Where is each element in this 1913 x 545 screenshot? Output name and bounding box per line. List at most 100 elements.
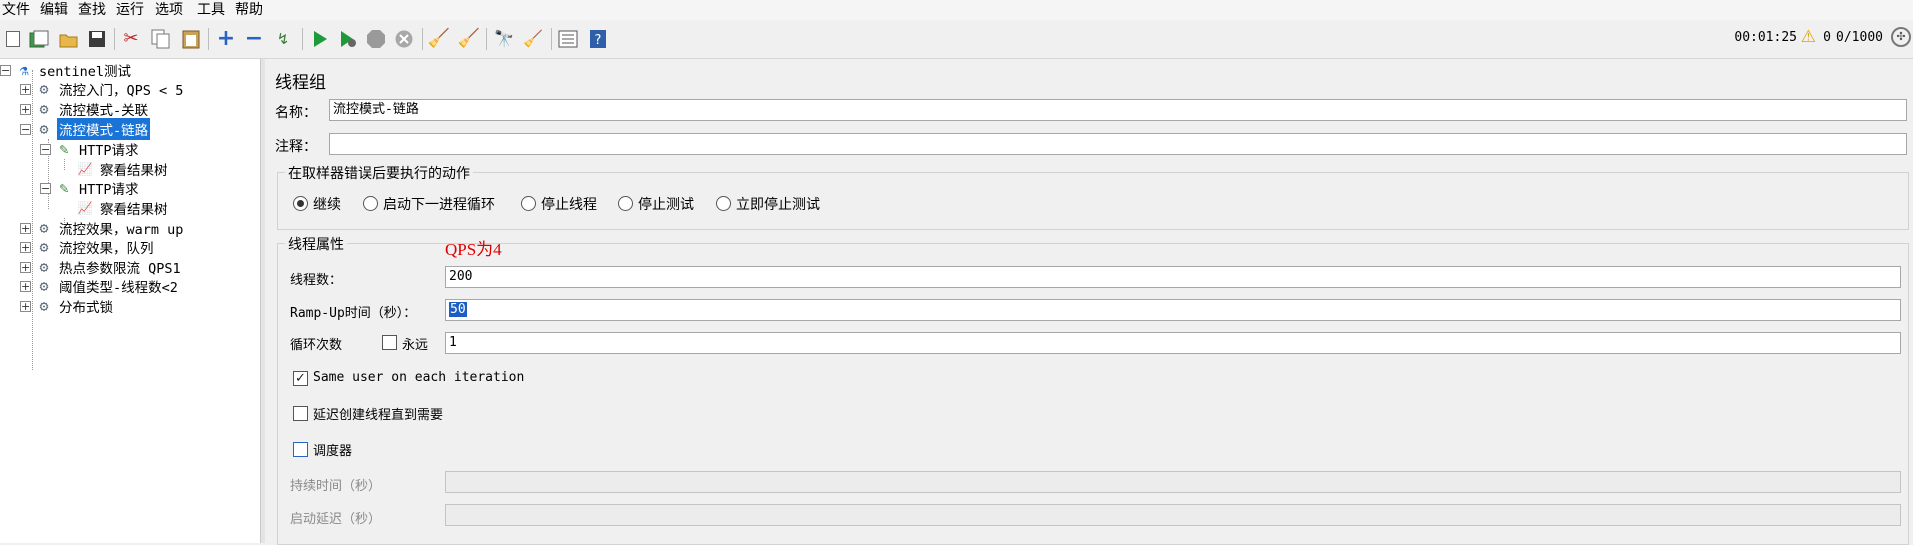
radio-stop-test-now[interactable] xyxy=(716,196,731,211)
radio-stop-test[interactable] xyxy=(618,196,633,211)
startup-delay-label: 启动延迟（秒） xyxy=(290,512,382,527)
gear-icon: ⚙ xyxy=(39,80,49,98)
forever-label[interactable]: 永远 xyxy=(402,334,428,353)
svg-text:?: ? xyxy=(595,33,602,48)
gear-icon: ⚙ xyxy=(39,120,49,138)
startup-delay-field[interactable] xyxy=(445,504,1901,526)
name-field[interactable]: 流控模式-链路 xyxy=(329,99,1907,121)
open-icon[interactable] xyxy=(58,28,80,50)
start-icon[interactable] xyxy=(309,28,331,50)
reset-search-icon[interactable]: 🧹 xyxy=(522,28,544,50)
expand-toggle[interactable]: + xyxy=(20,261,31,273)
threads-field[interactable]: 200 xyxy=(445,266,1901,288)
collapse-toggle[interactable]: − xyxy=(40,143,51,155)
tree-item[interactable]: + ⚙ 流控模式-关联 xyxy=(20,98,150,120)
sampler-pipette-icon: ✎ xyxy=(59,179,69,197)
expand-toggle[interactable]: + xyxy=(20,241,31,253)
menu-tools[interactable]: 工具 xyxy=(195,1,227,19)
warning-icon[interactable]: ⚠ xyxy=(1801,27,1816,47)
duration-label: 持续时间（秒） xyxy=(290,479,382,494)
expand-toggle[interactable]: + xyxy=(20,300,31,312)
radio-stop-test-label[interactable]: 停止测试 xyxy=(638,194,694,214)
menu-run[interactable]: 运行 xyxy=(114,1,146,19)
expand-icon[interactable]: + xyxy=(215,28,237,50)
tree-item-label: 流控模式-链路 xyxy=(57,118,151,140)
function-helper-icon[interactable] xyxy=(557,28,579,50)
scheduler-checkbox[interactable] xyxy=(293,442,308,457)
tree-item[interactable]: + ⚙ 流控入门，QPS < 5 xyxy=(20,78,185,100)
remote-globe-icon[interactable]: ✣ xyxy=(1891,27,1911,47)
stop-icon[interactable] xyxy=(365,28,387,50)
rampup-field[interactable]: 50 xyxy=(445,299,1901,321)
listener-chart-icon: 📈 xyxy=(77,201,93,215)
tree-item[interactable]: + ⚙ 分布式锁 xyxy=(20,295,115,317)
gear-icon: ⚙ xyxy=(39,297,49,315)
same-user-checkbox[interactable]: ✓ xyxy=(293,371,308,386)
tree-item[interactable]: − ✎ HTTP请求 xyxy=(40,177,141,199)
thread-group-panel: 线程组 名称： 流控模式-链路 注释： 在取样器错误后要执行的动作 继续 启动下… xyxy=(265,59,1913,545)
loop-count-field[interactable]: 1 xyxy=(445,332,1901,354)
shutdown-icon[interactable] xyxy=(393,28,415,50)
test-plan-icon: ⚗ xyxy=(19,61,29,79)
collapse-toggle[interactable]: − xyxy=(20,123,31,135)
menu-file[interactable]: 文件 xyxy=(0,1,32,19)
scheduler-label[interactable]: 调度器 xyxy=(313,440,352,459)
gear-icon: ⚙ xyxy=(39,100,49,118)
templates-icon[interactable] xyxy=(28,28,50,50)
tree-item-label: HTTP请求 xyxy=(79,182,139,198)
tree-item-label: 阈值类型-线程数<2 xyxy=(59,280,178,296)
forever-checkbox[interactable] xyxy=(382,335,397,350)
radio-continue[interactable] xyxy=(293,196,308,211)
rampup-label: Ramp-Up时间（秒）： xyxy=(290,306,417,321)
duration-field[interactable] xyxy=(445,471,1901,493)
radio-stop-thread[interactable] xyxy=(521,196,536,211)
gear-icon: ⚙ xyxy=(39,258,49,276)
gear-icon: ⚙ xyxy=(39,238,49,256)
menu-bar: 文件 编辑 查找 运行 选项 工具 帮助 xyxy=(0,0,1913,20)
cut-icon[interactable]: ✂ xyxy=(120,28,142,50)
menu-options[interactable]: 选项 xyxy=(153,1,185,19)
tree-item[interactable]: + ⚙ 阈值类型-线程数<2 xyxy=(20,275,180,297)
tree-item-label: 流控入门，QPS < 5 xyxy=(59,83,184,99)
clear-all-icon[interactable]: 🧹 xyxy=(458,28,480,50)
toggle-icon[interactable]: ↯ xyxy=(272,28,294,50)
rampup-value: 50 xyxy=(449,302,467,317)
delay-thread-label[interactable]: 延迟创建线程直到需要 xyxy=(313,404,443,423)
radio-continue-label[interactable]: 继续 xyxy=(313,194,341,214)
search-icon[interactable]: 🔭 xyxy=(493,28,515,50)
start-no-pause-icon[interactable] xyxy=(337,28,359,50)
menu-help[interactable]: 帮助 xyxy=(233,1,265,19)
tree-item[interactable]: + ⚙ 流控效果，队列 xyxy=(20,236,156,258)
expand-toggle[interactable]: + xyxy=(20,222,31,234)
radio-stop-thread-label[interactable]: 停止线程 xyxy=(541,194,597,214)
radio-start-next-loop[interactable] xyxy=(363,196,378,211)
delay-thread-checkbox[interactable] xyxy=(293,406,308,421)
tree-item-label: 分布式锁 xyxy=(59,300,113,316)
menu-search[interactable]: 查找 xyxy=(76,1,108,19)
collapse-toggle[interactable]: − xyxy=(40,182,51,194)
tree-item[interactable]: 📈 察看结果树 xyxy=(76,197,170,219)
copy-icon[interactable] xyxy=(150,28,172,50)
collapse-icon[interactable]: − xyxy=(243,28,265,50)
listener-chart-icon: 📈 xyxy=(77,162,93,176)
active-threads: 0/1000 xyxy=(1836,30,1883,45)
new-icon[interactable] xyxy=(2,28,24,50)
radio-start-next-loop-label[interactable]: 启动下一进程循环 xyxy=(383,194,495,214)
error-count: 0 xyxy=(1823,30,1831,45)
tree-item[interactable]: − ✎ HTTP请求 xyxy=(40,138,141,160)
expand-toggle[interactable]: + xyxy=(20,280,31,292)
menu-edit[interactable]: 编辑 xyxy=(38,1,70,19)
sampler-pipette-icon: ✎ xyxy=(59,140,69,158)
tree-item-selected[interactable]: − ⚙ 流控模式-链路 xyxy=(20,118,151,140)
expand-toggle[interactable]: + xyxy=(20,83,31,95)
tree-item-label: 察看结果树 xyxy=(100,202,168,218)
save-icon[interactable] xyxy=(86,28,108,50)
collapse-toggle[interactable]: − xyxy=(0,64,11,76)
radio-stop-test-now-label[interactable]: 立即停止测试 xyxy=(736,194,820,214)
same-user-label[interactable]: Same user on each iteration xyxy=(313,370,524,385)
clear-icon[interactable]: 🧹 xyxy=(428,28,450,50)
paste-icon[interactable] xyxy=(180,28,202,50)
expand-toggle[interactable]: + xyxy=(20,103,31,115)
comment-field[interactable] xyxy=(329,133,1907,155)
help-icon[interactable]: ? xyxy=(587,28,609,50)
